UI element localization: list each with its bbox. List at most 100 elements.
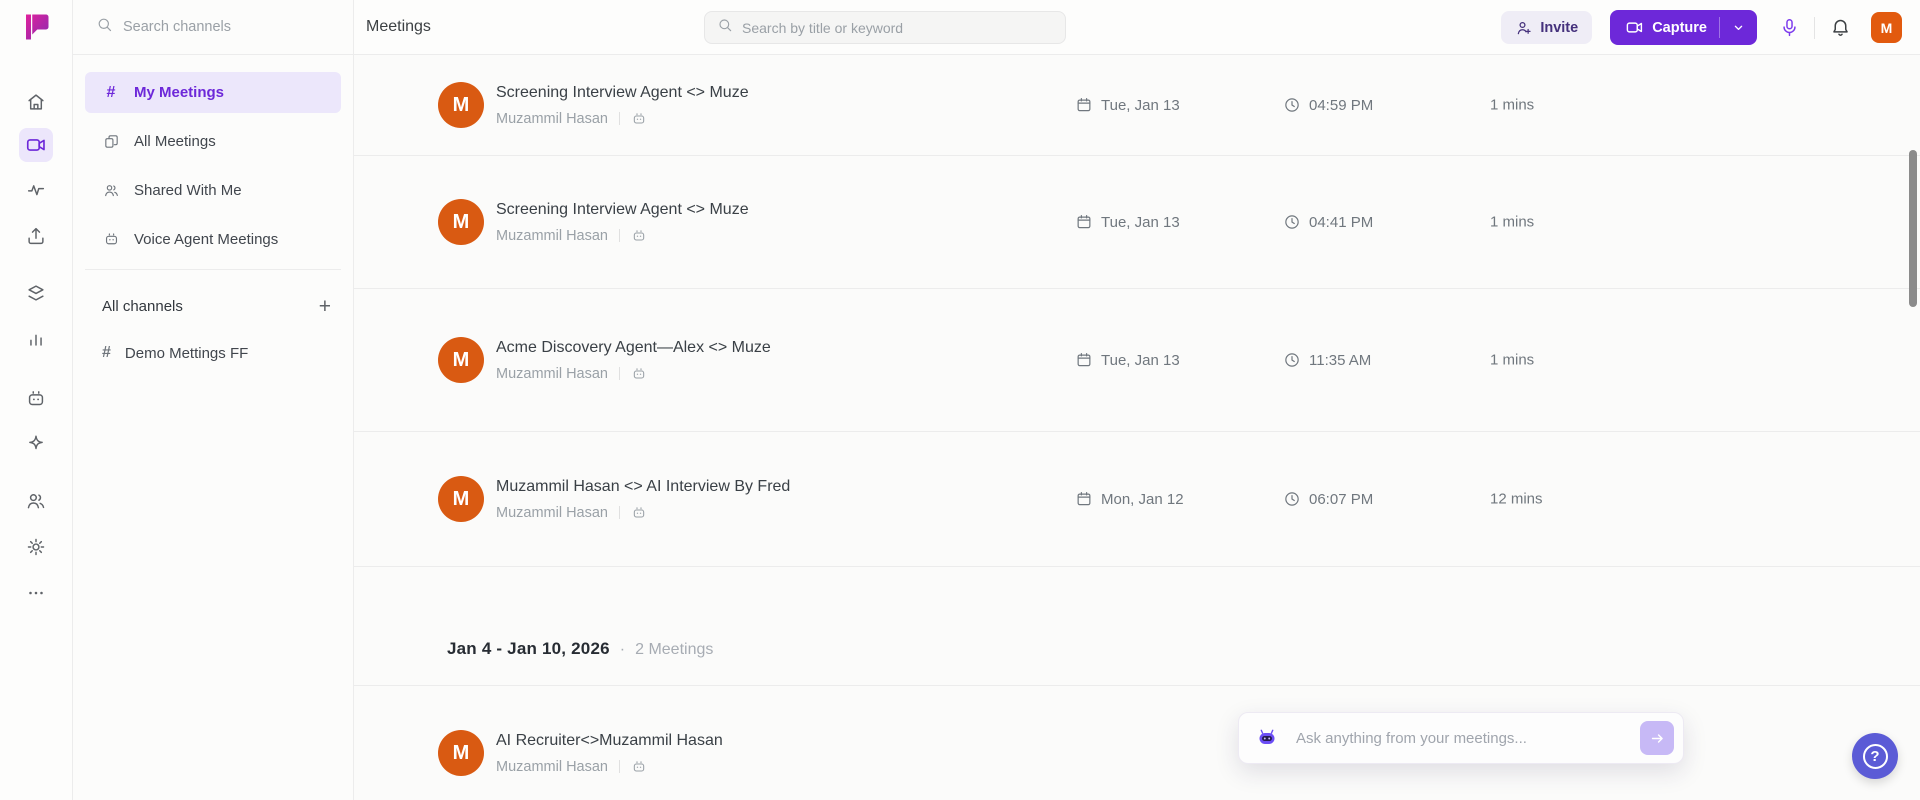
sidebar-item-shared-with-me[interactable]: Shared With Me (85, 170, 341, 211)
sidebar-item-label: Shared With Me (134, 182, 242, 199)
all-channels-label: All channels (102, 297, 183, 315)
notifications-bell-icon[interactable] (1824, 12, 1856, 44)
divider (1814, 16, 1815, 39)
sidebar-item-all-meetings[interactable]: All Meetings (85, 121, 341, 162)
capture-button[interactable]: Capture (1610, 10, 1719, 45)
divider (619, 760, 620, 773)
capture-label: Capture (1652, 19, 1707, 36)
icon-rail (0, 0, 73, 800)
sidebar-item-my-meetings[interactable]: # My Meetings (85, 72, 341, 113)
capture-video-icon (1625, 18, 1644, 37)
sidebar-item-label: Voice Agent Meetings (134, 231, 279, 248)
robot-icon (102, 231, 120, 248)
hash-icon: # (106, 83, 116, 101)
meeting-avatar: M (438, 337, 484, 383)
meeting-owner: Muzammil Hasan (496, 110, 608, 127)
week-range: Jan 4 - Jan 10, 2026 (447, 639, 610, 658)
meeting-title[interactable]: Muzammil Hasan <> AI Interview By Fred (496, 478, 790, 496)
meeting-row[interactable]: M Acme Discovery Agent—Alex <> Muze Muza… (354, 289, 1920, 432)
activity-icon[interactable] (19, 173, 53, 207)
clock-icon (1283, 213, 1301, 231)
divider (619, 229, 620, 242)
sidebar-divider (85, 269, 341, 270)
app-window: # My Meetings All Meetings Shared With M… (0, 0, 1920, 800)
people-icon (102, 182, 120, 199)
search-icon (96, 16, 113, 38)
sidebar-item-voice-agent-meetings[interactable]: Voice Agent Meetings (85, 219, 341, 260)
meeting-row[interactable]: M Screening Interview Agent <> Muze Muza… (354, 156, 1920, 289)
meeting-title[interactable]: Acme Discovery Agent—Alex <> Muze (496, 339, 771, 357)
bot-attended-icon (631, 759, 647, 775)
chevron-down-icon[interactable] (1720, 10, 1757, 45)
meeting-row[interactable]: M Muzammil Hasan <> AI Interview By Fred… (354, 432, 1920, 567)
meeting-title[interactable]: AI Recruiter<>Muzammil Hasan (496, 732, 723, 750)
meeting-duration: 1 mins (1490, 96, 1535, 114)
meeting-search-input[interactable] (742, 19, 1042, 36)
ai-sparkle-icon[interactable] (19, 427, 53, 461)
ask-fred-bar (1238, 712, 1684, 764)
divider (619, 367, 620, 380)
meeting-avatar: M (438, 199, 484, 245)
meetings-video-icon[interactable] (19, 128, 53, 162)
clock-icon (1283, 490, 1301, 508)
meeting-row[interactable]: M Screening Interview Agent <> Muze Muza… (354, 55, 1920, 156)
meeting-duration: 12 mins (1490, 490, 1543, 508)
invite-button[interactable]: Invite (1501, 11, 1593, 44)
page-title: Meetings (366, 18, 431, 35)
add-channel-icon[interactable]: + (319, 296, 331, 317)
meeting-title[interactable]: Screening Interview Agent <> Muze (496, 201, 749, 219)
sidebar-channel-demo-mettings-ff[interactable]: # Demo Mettings FF (85, 334, 341, 372)
meeting-time: 11:35 AM (1309, 351, 1372, 369)
divider (619, 506, 620, 519)
main-panel: Meetings Invite (354, 0, 1920, 800)
search-icon (717, 17, 733, 38)
meeting-date: Mon, Jan 12 (1101, 490, 1184, 508)
layers-icon[interactable] (19, 276, 53, 310)
sidebar-item-label: All Meetings (134, 133, 216, 150)
meeting-date: Tue, Jan 13 (1101, 351, 1180, 369)
channel-search[interactable] (73, 0, 353, 55)
week-meeting-count: 2 Meetings (635, 641, 714, 658)
fireflies-logo-icon[interactable] (19, 10, 53, 44)
hash-icon: # (102, 344, 111, 361)
team-people-icon[interactable] (19, 484, 53, 518)
meeting-duration: 1 mins (1490, 351, 1535, 369)
meeting-owner: Muzammil Hasan (496, 758, 608, 775)
sidebar-item-label: My Meetings (134, 84, 225, 101)
channel-search-input[interactable] (123, 19, 313, 35)
more-ellipsis-icon[interactable] (19, 576, 53, 610)
mic-icon[interactable] (1773, 12, 1805, 44)
analytics-bar-chart-icon[interactable] (19, 322, 53, 356)
scrollbar-thumb[interactable] (1909, 150, 1917, 307)
bot-attended-icon (631, 505, 647, 521)
bot-attended-icon (631, 111, 647, 127)
topbar-actions: Invite Capture M (1501, 0, 1902, 55)
voice-agent-robot-icon[interactable] (19, 382, 53, 416)
meeting-avatar: M (438, 82, 484, 128)
sidebar-nav: # My Meetings All Meetings Shared With M… (73, 55, 353, 270)
clock-icon (1283, 351, 1301, 369)
bot-attended-icon (631, 228, 647, 244)
channels-sidebar: # My Meetings All Meetings Shared With M… (73, 0, 354, 800)
ai-bot-icon (1255, 726, 1279, 750)
week-separator: Jan 4 - Jan 10, 2026 · 2 Meetings (354, 567, 1920, 686)
calendar-icon (1075, 96, 1093, 114)
settings-gear-icon[interactable] (19, 530, 53, 564)
home-icon[interactable] (19, 85, 53, 119)
clock-icon (1283, 96, 1301, 114)
meeting-duration: 1 mins (1490, 213, 1535, 231)
ask-meetings-input[interactable] (1296, 729, 1640, 747)
meeting-title[interactable]: Screening Interview Agent <> Muze (496, 84, 749, 102)
upload-icon[interactable] (19, 219, 53, 253)
topbar: Meetings Invite (354, 0, 1920, 55)
meeting-list: M Screening Interview Agent <> Muze Muza… (354, 55, 1920, 800)
invite-label: Invite (1540, 19, 1579, 36)
capture-split-button: Capture (1610, 10, 1757, 45)
send-arrow-icon[interactable] (1640, 721, 1674, 755)
help-button[interactable]: ? (1852, 733, 1898, 779)
calendar-icon (1075, 351, 1093, 369)
meeting-row[interactable]: M AI Recruiter<>Muzammil Hasan Muzammil … (354, 686, 1920, 800)
meeting-search[interactable] (704, 11, 1066, 44)
all-channels-header: All channels + (73, 292, 353, 320)
user-avatar[interactable]: M (1871, 12, 1902, 43)
